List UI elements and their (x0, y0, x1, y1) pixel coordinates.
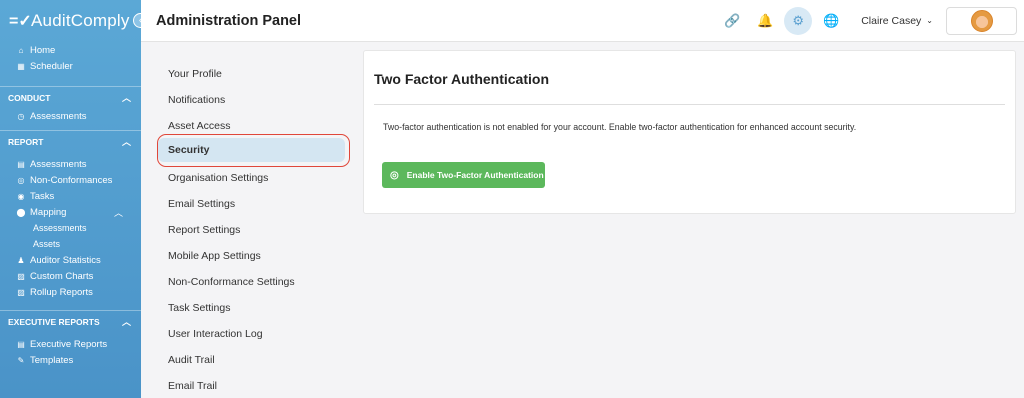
user-name: Claire Casey (861, 14, 922, 27)
sidebar-item-label: Home (30, 44, 56, 56)
collapse-sidebar-icon[interactable]: ‹ (133, 13, 141, 28)
menu-item-asset-access[interactable]: Asset Access (168, 118, 230, 134)
link-icon[interactable]: 🔗 (718, 7, 746, 35)
sidebar-item-label: Auditor Statistics (30, 254, 101, 266)
search-doc-icon: ◎ (17, 175, 25, 185)
map-pin-icon: ⬤ (16, 207, 26, 217)
globe-icon[interactable]: 🌐 (817, 7, 845, 35)
menu-item-email-trail[interactable]: Email Trail (168, 378, 217, 394)
section-title: EXECUTIVE REPORTS (8, 316, 100, 327)
sidebar-item-label: Executive Reports (30, 338, 108, 350)
sidebar-item-custom-charts[interactable]: ▨ Custom Charts (0, 268, 141, 284)
menu-item-email-settings[interactable]: Email Settings (168, 196, 235, 212)
bell-icon[interactable]: 🔔 (751, 7, 779, 35)
sidebar-item-label: Custom Charts (30, 270, 94, 282)
sidebar-item-tasks[interactable]: ◉ Tasks (0, 188, 141, 204)
user-menu[interactable]: Claire Casey ⌄ (861, 15, 933, 27)
menu-item-non-conformance-settings[interactable]: Non-Conformance Settings (168, 274, 295, 290)
chart-icon: ▨ (17, 287, 25, 297)
menu-item-notifications[interactable]: Notifications (168, 92, 225, 108)
users-icon: ♟ (17, 255, 25, 265)
brand[interactable]: =✓ AuditComply ‹ (0, 0, 141, 42)
sidebar-item-label: Mapping (30, 206, 67, 218)
sidebar: =✓ AuditComply ‹ ⌂ Home ▦ Scheduler COND… (0, 0, 141, 398)
menu-item-task-settings[interactable]: Task Settings (168, 300, 230, 316)
chevron-up-icon: ︿ (121, 93, 131, 103)
chevron-up-icon: ︿ (121, 317, 131, 327)
card-title: Two Factor Authentication (374, 71, 549, 87)
sidebar-item-label: Non-Conformances (30, 174, 113, 186)
clock-icon: ◷ (17, 111, 25, 121)
menu-item-your-profile[interactable]: Your Profile (168, 66, 222, 82)
sidebar-item-label: Assessments (30, 110, 87, 122)
sidebar-item-rollup-reports[interactable]: ▨ Rollup Reports (0, 284, 141, 300)
button-label: Enable Two-Factor Authentication (406, 170, 544, 180)
avatar (970, 9, 993, 32)
list-icon: ▤ (17, 159, 25, 169)
sidebar-item-label: Tasks (30, 190, 55, 202)
sidebar-subitem-mapping-assessments[interactable]: Assessments (0, 220, 141, 236)
settings-menu: Your Profile Notifications Asset Access … (141, 42, 357, 398)
chevron-up-icon: ︿ (121, 137, 131, 147)
chevron-down-icon: ⌄ (926, 16, 933, 25)
enable-two-factor-button[interactable]: ◎ Enable Two-Factor Authentication (382, 162, 545, 188)
header-actions: 🔗 🔔 ⚙ 🌐 Claire Casey ⌄ (713, 6, 1024, 35)
top-header: Administration Panel 🔗 🔔 ⚙ 🌐 Claire Case… (141, 0, 1024, 42)
brand-name: AuditComply (31, 11, 130, 30)
section-report[interactable]: REPORT ︿ (0, 130, 141, 152)
menu-item-audit-trail[interactable]: Audit Trail (168, 352, 215, 368)
sidebar-item-label: Templates (30, 354, 74, 366)
avatar-button[interactable] (946, 6, 1017, 35)
calendar-icon: ▦ (17, 61, 25, 71)
sidebar-item-non-conformances[interactable]: ◎ Non-Conformances (0, 172, 141, 188)
menu-item-user-interaction-log[interactable]: User Interaction Log (168, 326, 263, 342)
chart-icon: ▨ (17, 271, 25, 281)
menu-item-report-settings[interactable]: Report Settings (168, 222, 240, 238)
sidebar-item-scheduler[interactable]: ▦ Scheduler (0, 58, 141, 74)
section-conduct[interactable]: CONDUCT ︿ (0, 86, 141, 108)
list-icon: ▤ (17, 339, 25, 349)
chevron-up-icon: ︿ (113, 207, 123, 218)
sidebar-item-executive-reports[interactable]: ▤ Executive Reports (0, 336, 141, 352)
fingerprint-icon: ◎ (390, 169, 399, 181)
menu-item-mobile-app-settings[interactable]: Mobile App Settings (168, 248, 261, 264)
menu-item-organisation-settings[interactable]: Organisation Settings (168, 170, 268, 186)
sidebar-item-label: Scheduler (30, 60, 73, 72)
sidebar-item-label: Rollup Reports (30, 286, 93, 298)
selection-highlight-outline (157, 134, 350, 167)
sidebar-item-home[interactable]: ⌂ Home (0, 42, 141, 58)
gear-icon[interactable]: ⚙ (784, 6, 813, 35)
section-title: REPORT (8, 136, 44, 147)
home-icon: ⌂ (18, 45, 24, 55)
divider (374, 104, 1005, 105)
two-factor-status-text: Two-factor authentication is not enabled… (383, 122, 857, 132)
sidebar-item-report-assessments[interactable]: ▤ Assessments (0, 156, 141, 172)
sidebar-item-conduct-assessments[interactable]: ◷ Assessments (0, 108, 141, 124)
sidebar-item-label: Assessments (30, 158, 87, 170)
section-executive-reports[interactable]: EXECUTIVE REPORTS ︿ (0, 310, 141, 332)
two-factor-card: Two Factor Authentication Two-factor aut… (363, 50, 1016, 214)
tasks-icon: ◉ (17, 191, 25, 201)
section-title: CONDUCT (8, 92, 51, 103)
page-title: Administration Panel (156, 12, 302, 29)
sidebar-item-templates[interactable]: ✎ Templates (0, 352, 141, 368)
edit-icon: ✎ (17, 355, 25, 365)
sidebar-subitem-mapping-assets[interactable]: Assets (0, 236, 141, 252)
logo-icon: =✓ (9, 13, 32, 30)
sidebar-item-mapping[interactable]: ⬤ Mapping ︿ (0, 204, 141, 220)
sidebar-item-auditor-statistics[interactable]: ♟ Auditor Statistics (0, 252, 141, 268)
